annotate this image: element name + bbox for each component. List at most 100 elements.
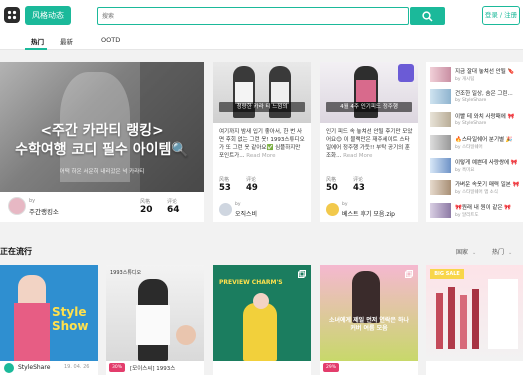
- login-button[interactable]: 登录 / 注册: [482, 6, 520, 25]
- list-item-title: 건조한 일상, 숨은 그린...: [455, 91, 513, 97]
- post-text: 여기까지 밤새 입기 좋아서, 한 번 사면 후회 없는 그런 옷! 1993스…: [219, 129, 305, 159]
- avatar[interactable]: [8, 197, 26, 215]
- stat-comment-label: 评论: [353, 177, 364, 183]
- list-item[interactable]: 이빨 테 와치 사랑패에 🎀 by StyleShare: [430, 111, 523, 129]
- list-thumbnail: [430, 89, 451, 104]
- by-label: by: [342, 202, 348, 207]
- trending-card[interactable]: 소녀에게 제일 먼저 연락은 하나 커버 여름 모음 29%: [320, 265, 418, 375]
- post-text: 인기 피드 속 놓쳐선 안될 후기만 모았어요😊 이 블랙만은 재주세이트 스타…: [326, 129, 413, 159]
- stat-style-value: 53: [219, 183, 231, 193]
- list-thumbnail: [430, 203, 451, 218]
- list-item[interactable]: 🎀원래 내 원이 같은 🎀 by 알리트도: [430, 202, 523, 220]
- discount-badge: 30%: [109, 363, 125, 372]
- trending-image: Style Show: [0, 265, 98, 361]
- by-label: by: [29, 198, 36, 204]
- trending-card[interactable]: PREVIEW CHARM'S: [213, 265, 311, 375]
- tab-ootd[interactable]: OOTD: [101, 36, 120, 44]
- search-icon: [422, 11, 433, 22]
- search-button[interactable]: [410, 7, 445, 25]
- trending-image: 1993스튜디오: [106, 265, 204, 361]
- list-thumbnail: [430, 158, 451, 173]
- list-item-title: 🔥스타일쉐어 분기별 🎉: [455, 137, 513, 143]
- list-item-author: by 알리트도: [455, 213, 479, 218]
- trending-card[interactable]: 1993스튜디오 30% [모이스씨] 1993스: [106, 265, 204, 375]
- post-card[interactable]: 청량한 카라 티 느낌의 여기까지 밤새 입기 좋아서, 한 번 사면 후회 없…: [213, 62, 311, 222]
- trending-image: PREVIEW CHARM'S: [213, 265, 311, 361]
- trending-image-text: 1993스튜디오: [110, 270, 142, 276]
- post-banner: 청량한 카라 티 느낌의: [219, 102, 305, 112]
- trending-card[interactable]: BIG SALE: [426, 265, 523, 375]
- multi-image-icon: [405, 270, 413, 278]
- trending-image-text: Style Show: [52, 305, 89, 333]
- trending-card-footer: StyleShare 19. 04. 26: [0, 361, 98, 375]
- list-item[interactable]: 🔥스타일쉐어 분기별 🎉 by 스타일쉐어: [430, 134, 523, 152]
- list-thumbnail: [430, 67, 451, 82]
- discount-badge: 29%: [323, 363, 339, 372]
- by-label: by: [235, 202, 241, 207]
- avatar[interactable]: [326, 203, 339, 216]
- recommended-list: 지금 잘대 놓쳐선 안될 🔖 by 개시팀 건조한 일상, 숨은 그린... b…: [426, 62, 523, 222]
- list-thumbnail: [430, 180, 451, 195]
- list-item-title: 이렇게 예쁜데 사량쌍에 🎀: [455, 160, 518, 166]
- country-filter[interactable]: 国家 ⌄: [456, 247, 476, 256]
- product-label: [모이스씨] 1993스: [130, 366, 176, 372]
- search-input[interactable]: [102, 9, 402, 23]
- trending-card[interactable]: Style Show StyleShare 19. 04. 26: [0, 265, 98, 375]
- sort-filter[interactable]: 热门 ⌄: [492, 247, 512, 256]
- stat-style-label: 风格: [140, 199, 151, 205]
- list-item-title: 지금 잘대 놓쳐선 안될 🔖: [455, 69, 515, 75]
- app-logo-icon[interactable]: [4, 7, 20, 23]
- list-item-author: by StyleShare: [455, 121, 487, 126]
- stat-style-label: 风格: [326, 177, 337, 183]
- list-item[interactable]: 건조한 일상, 숨은 그린... by StyleShare: [430, 88, 523, 106]
- post-date: 19. 04. 26: [64, 364, 90, 370]
- list-item-author: by 스타일쉐어: [455, 145, 483, 150]
- style-feed-tab[interactable]: 风格动态: [25, 6, 71, 25]
- trending-image-text: 소녀에게 제일 먼저 연락은 하나 커버 여름 모음: [328, 317, 410, 332]
- featured-title-line1: <주간 카라티 랭킹>: [40, 123, 164, 139]
- list-item[interactable]: 이렇게 예쁜데 사량쌍에 🎀 by 흑미요: [430, 157, 523, 175]
- stat-style-label: 风格: [219, 177, 230, 183]
- post-banner: 4월 4주 인기피드 정주행: [326, 102, 412, 112]
- read-more-link[interactable]: Read More: [246, 153, 275, 159]
- avatar[interactable]: [219, 203, 232, 216]
- stat-comment-value: 43: [353, 183, 365, 193]
- post-image: [213, 62, 311, 123]
- trending-image-text: PREVIEW CHARM'S: [219, 279, 283, 286]
- list-item[interactable]: 지금 잘대 놓쳐선 안될 🔖 by 개시팀: [430, 66, 523, 84]
- list-item-title: 🎀원래 내 원이 같은 🎀: [455, 205, 512, 211]
- search-box[interactable]: [97, 7, 409, 25]
- stat-style-value: 50: [326, 183, 338, 193]
- featured-post-card[interactable]: <주간 카라티 랭킹> 수학여행 코디 필수 아이템🔍 어떡 하온 서운히 내리…: [0, 62, 204, 222]
- top-header: 风格动态 登录 / 注册: [0, 0, 523, 33]
- post-card[interactable]: 4월 4주 인기피드 정주행 인기 피드 속 놓쳐선 안될 후기만 모았어요😊 …: [320, 62, 418, 222]
- author-name[interactable]: 오직스비: [235, 209, 257, 218]
- list-item-author: by 스타일쉐어 앱 소식: [455, 190, 498, 195]
- trending-image: 소녀에게 제일 먼저 연락은 하나 커버 여름 모음: [320, 265, 418, 361]
- list-item-author: by 흑미요: [455, 168, 475, 173]
- active-tab-indicator: [25, 48, 47, 50]
- post-image: [320, 62, 418, 123]
- tab-popular[interactable]: 热门: [31, 36, 44, 46]
- stat-comment-label: 评论: [167, 199, 178, 205]
- chevron-down-icon: ⌄: [508, 250, 513, 256]
- author-name: StyleShare: [18, 364, 51, 371]
- tab-latest[interactable]: 最新: [60, 36, 73, 46]
- list-item-author: by 개시팀: [455, 77, 475, 82]
- list-thumbnail: [430, 112, 451, 127]
- list-thumbnail: [430, 135, 451, 150]
- read-more-link[interactable]: Read More: [343, 153, 372, 159]
- trending-image-text: BIG SALE: [430, 269, 464, 279]
- stat-style-value: 20: [140, 205, 153, 215]
- feed-subnav: 热门 最新 OOTD: [0, 33, 523, 50]
- author-name[interactable]: 베스트 후기 모음.zip: [342, 209, 395, 218]
- list-item-title: 가벼운 속옷기 매력 일본 🎀: [455, 182, 520, 188]
- featured-caption: 어떡 하온 서운히 내리갔은 넉 카라티: [59, 169, 145, 175]
- list-item-title: 이빨 테 와치 사랑패에 🎀: [455, 114, 515, 120]
- stat-comment-value: 64: [167, 205, 180, 215]
- list-item[interactable]: 가벼운 속옷기 매력 일본 🎀 by 스타일쉐어 앱 소식: [430, 179, 523, 197]
- section-title: 正在流行: [0, 247, 32, 256]
- multi-image-icon: [298, 270, 306, 278]
- avatar: [4, 363, 14, 373]
- author-name[interactable]: 주간랭킹소: [29, 206, 59, 216]
